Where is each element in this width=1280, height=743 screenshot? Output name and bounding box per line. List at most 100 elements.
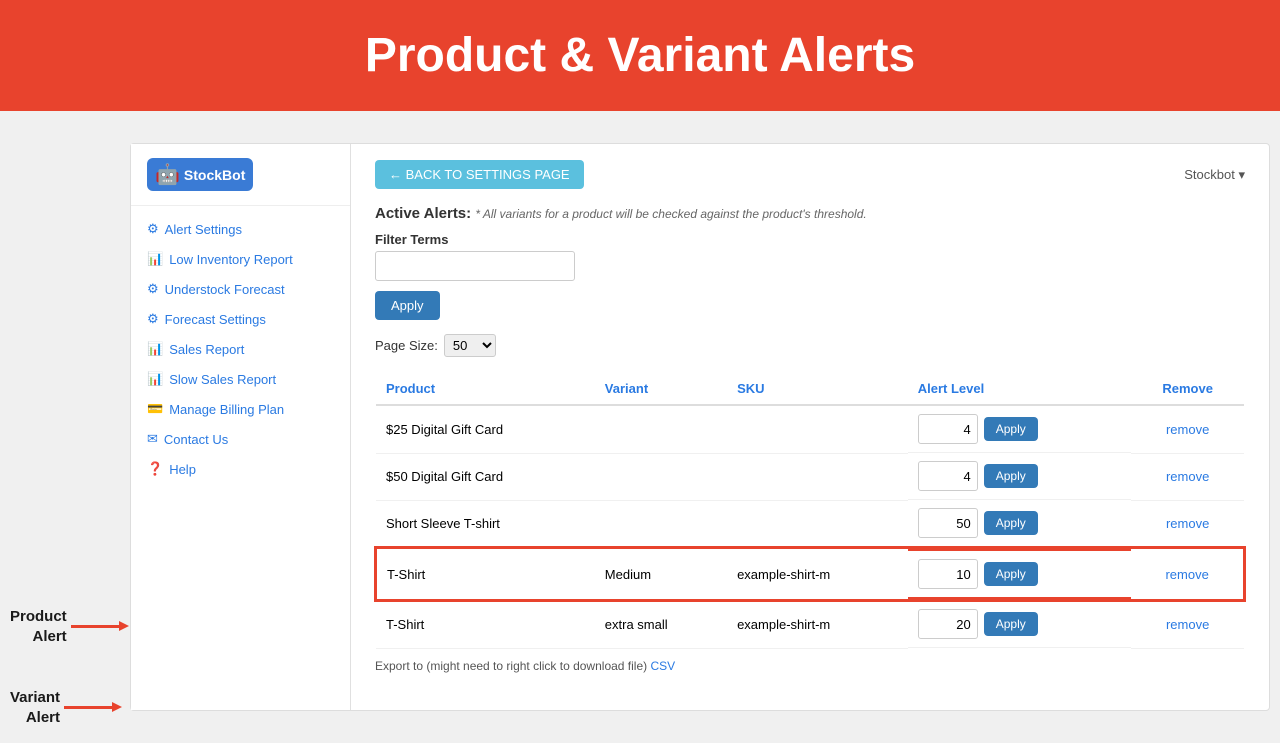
cell-remove: remove — [1131, 405, 1244, 453]
logo-text: StockBot — [184, 167, 245, 183]
alert-level-input[interactable] — [918, 508, 978, 538]
remove-link[interactable]: remove — [1166, 516, 1209, 531]
product-alert-label: ProductAlert — [10, 607, 67, 646]
gear-icon: ⚙ — [147, 221, 159, 237]
alert-level-input[interactable] — [918, 461, 978, 491]
col-product: Product — [376, 373, 595, 405]
annotations-column: ProductAlert VariantAlert — [10, 127, 130, 727]
sidebar-item-help[interactable]: ❓ Help — [131, 454, 350, 484]
cell-variant — [595, 500, 727, 548]
help-icon: ❓ — [147, 461, 163, 477]
sidebar-item-sales-report[interactable]: 📊 Sales Report — [131, 334, 350, 364]
sidebar-logo: 🤖 StockBot — [131, 144, 350, 206]
row-apply-button[interactable]: Apply — [984, 417, 1038, 441]
sidebar-item-label: Contact Us — [164, 432, 228, 447]
col-alert-level: Alert Level — [908, 373, 1132, 405]
product-alert-annotation: ProductAlert — [10, 607, 130, 646]
csv-link[interactable]: CSV — [650, 659, 675, 673]
sidebar-item-label: Slow Sales Report — [169, 372, 276, 387]
logo-box: 🤖 StockBot — [147, 158, 253, 191]
page-size-select[interactable]: 50 100 200 — [444, 334, 496, 357]
cell-product: $50 Digital Gift Card — [376, 453, 595, 500]
sidebar: 🤖 StockBot ⚙ Alert Settings 📊 Low Invent… — [131, 144, 351, 710]
col-remove: Remove — [1131, 373, 1244, 405]
remove-link[interactable]: remove — [1166, 422, 1209, 437]
cell-product: T-Shirt — [376, 548, 595, 600]
export-text: Export to (might need to right click to … — [375, 659, 647, 673]
user-menu[interactable]: Stockbot ▾ — [1184, 167, 1245, 183]
row-apply-button[interactable]: Apply — [984, 464, 1038, 488]
row-apply-button[interactable]: Apply — [984, 612, 1038, 636]
filter-apply-button[interactable]: Apply — [375, 291, 440, 320]
header-bar: ← BACK TO SETTINGS PAGE Stockbot ▾ — [375, 160, 1245, 189]
chart-icon: 📊 — [147, 251, 163, 267]
sidebar-item-forecast-settings[interactable]: ⚙ Forecast Settings — [131, 304, 350, 334]
remove-link[interactable]: remove — [1166, 617, 1209, 632]
chart-icon-2: 📊 — [147, 341, 163, 357]
cell-remove: remove — [1131, 453, 1244, 500]
table-row: $50 Digital Gift Card Apply remove — [376, 453, 1244, 500]
cell-alert-level: Apply — [908, 406, 1132, 453]
sidebar-item-low-inventory[interactable]: 📊 Low Inventory Report — [131, 244, 350, 274]
alert-level-input[interactable] — [918, 559, 978, 589]
remove-link[interactable]: remove — [1166, 469, 1209, 484]
cell-remove: remove — [1131, 500, 1244, 548]
sidebar-item-alert-settings[interactable]: ⚙ Alert Settings — [131, 214, 350, 244]
alert-level-input[interactable] — [918, 414, 978, 444]
sidebar-item-label: Manage Billing Plan — [169, 402, 284, 417]
page-size-row: Page Size: 50 100 200 — [375, 334, 1245, 357]
sidebar-item-label: Help — [169, 462, 196, 477]
cell-alert-level: Apply — [908, 601, 1132, 648]
remove-link[interactable]: remove — [1165, 567, 1208, 582]
sidebar-item-label: Sales Report — [169, 342, 244, 357]
main-content: ← BACK TO SETTINGS PAGE Stockbot ▾ Activ… — [351, 144, 1269, 710]
sidebar-nav: ⚙ Alert Settings 📊 Low Inventory Report … — [131, 206, 350, 492]
table-body: $25 Digital Gift Card Apply remove — [376, 405, 1244, 648]
sidebar-item-billing[interactable]: 💳 Manage Billing Plan — [131, 394, 350, 424]
row-apply-button[interactable]: Apply — [984, 562, 1038, 586]
cell-product: T-Shirt — [376, 600, 595, 648]
cell-alert-level: Apply — [908, 549, 1132, 599]
top-banner: Product & Variant Alerts — [0, 0, 1280, 111]
table-header: Product Variant SKU Alert Level Remove — [376, 373, 1244, 405]
cell-variant: extra small — [595, 600, 727, 648]
billing-icon: 💳 — [147, 401, 163, 417]
cell-product: Short Sleeve T-shirt — [376, 500, 595, 548]
cell-variant — [595, 453, 727, 500]
cell-remove: remove — [1131, 600, 1244, 648]
variant-alert-arrow — [64, 706, 114, 709]
active-alerts-title: Active Alerts: * All variants for a prod… — [375, 205, 1245, 222]
cell-alert-level: Apply — [908, 453, 1132, 500]
cell-sku: example-shirt-m — [727, 600, 908, 648]
filter-input[interactable] — [375, 251, 575, 281]
variant-alert-annotation: VariantAlert — [10, 688, 130, 727]
gear-icon-2: ⚙ — [147, 281, 159, 297]
cell-sku — [727, 405, 908, 453]
banner-title: Product & Variant Alerts — [20, 28, 1260, 83]
table-row: $25 Digital Gift Card Apply remove — [376, 405, 1244, 453]
sidebar-item-slow-sales[interactable]: 📊 Slow Sales Report — [131, 364, 350, 394]
sidebar-item-understock[interactable]: ⚙ Understock Forecast — [131, 274, 350, 304]
row-apply-button[interactable]: Apply — [984, 511, 1038, 535]
cell-variant: Medium — [595, 548, 727, 600]
cell-sku — [727, 500, 908, 548]
active-alerts-section: Active Alerts: * All variants for a prod… — [375, 205, 1245, 357]
product-alert-arrow — [71, 625, 121, 628]
sidebar-item-label: Forecast Settings — [165, 312, 266, 327]
cell-remove: remove — [1131, 548, 1244, 600]
cell-sku — [727, 453, 908, 500]
back-button[interactable]: ← BACK TO SETTINGS PAGE — [375, 160, 584, 189]
cell-variant — [595, 405, 727, 453]
variant-alert-label: VariantAlert — [10, 688, 60, 727]
active-alerts-subtitle: * All variants for a product will be che… — [475, 207, 866, 221]
chart-icon-3: 📊 — [147, 371, 163, 387]
alerts-table: Product Variant SKU Alert Level Remove $… — [375, 373, 1245, 649]
table-row: Short Sleeve T-shirt Apply remove — [376, 500, 1244, 548]
gear-icon-3: ⚙ — [147, 311, 159, 327]
col-sku: SKU — [727, 373, 908, 405]
logo-robot-icon: 🤖 — [155, 162, 180, 187]
sidebar-item-contact[interactable]: ✉ Contact Us — [131, 424, 350, 454]
sidebar-item-label: Alert Settings — [165, 222, 242, 237]
alert-level-input[interactable] — [918, 609, 978, 639]
page-size-label: Page Size: — [375, 338, 438, 353]
